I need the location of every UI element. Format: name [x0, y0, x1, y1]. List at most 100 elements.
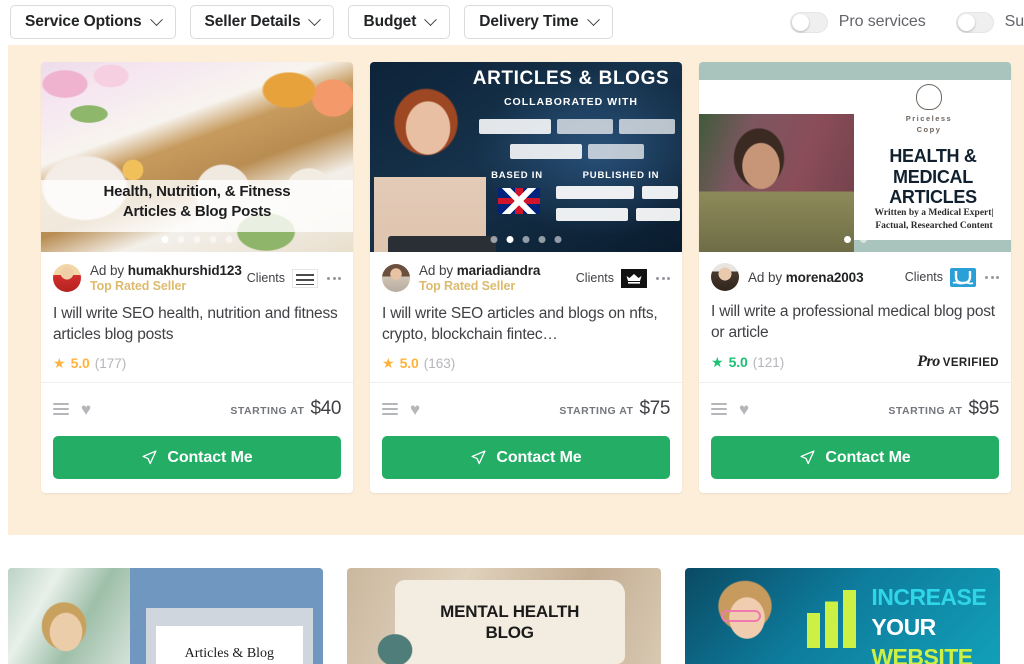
decorative-flowers	[41, 62, 155, 136]
star-icon: ★	[53, 355, 66, 372]
thumbnail-caption-line1: Health, Nutrition, & Fitness	[103, 183, 291, 200]
client-logo-icon	[292, 268, 318, 288]
chevron-down-icon	[586, 12, 600, 26]
add-to-list-icon[interactable]	[53, 403, 69, 416]
carousel-dots[interactable]	[161, 236, 233, 243]
toggle-knob	[957, 13, 975, 31]
carousel-dot[interactable]	[522, 236, 530, 243]
more-options-icon[interactable]	[327, 276, 341, 280]
client-logo-icon	[621, 268, 647, 288]
carousel-dot[interactable]	[490, 236, 498, 243]
gig-title[interactable]: I will write SEO articles and blogs on n…	[370, 300, 682, 355]
contact-me-button[interactable]: Contact Me	[711, 436, 999, 480]
carousel-dot[interactable]	[538, 236, 546, 243]
carousel-dot[interactable]	[209, 236, 217, 243]
verified-label: VERIFIED	[942, 357, 999, 370]
thumbnail-title: ARTICLES & BLOGS	[472, 68, 670, 89]
toggle-label: Pro services	[838, 13, 926, 30]
collaborator-logos	[474, 116, 680, 162]
heart-icon[interactable]: ♥	[739, 401, 749, 418]
thumbnail-description: Written by a Medical Expert| Factual, Re…	[874, 208, 994, 231]
top-rated-seller-badge: Top Rated Seller	[419, 279, 516, 293]
filter-pill-budget[interactable]: Budget	[348, 5, 451, 39]
seller-row: Ad by mariadiandra Top Rated Seller Clie…	[370, 252, 682, 300]
top-rated-seller-badge: Top Rated Seller	[90, 279, 187, 293]
add-to-list-icon[interactable]	[711, 403, 727, 416]
partner-logo-icon	[557, 119, 613, 134]
filter-pill-label: Seller Details	[204, 13, 301, 30]
carousel-dot[interactable]	[177, 236, 185, 243]
gig-title[interactable]: I will write SEO health, nutrition and f…	[41, 300, 353, 355]
client-logo-icon	[950, 267, 976, 287]
gig-title[interactable]: I will write a professional medical blog…	[699, 298, 1011, 353]
contact-me-button[interactable]: Contact Me	[53, 436, 341, 480]
price-amount: $75	[639, 398, 670, 420]
contact-me-label: Contact Me	[825, 448, 911, 466]
thumbnail-caption-line3: WEBSITE	[871, 644, 973, 664]
filter-bar: Service Options Seller Details Budget De…	[0, 0, 1024, 44]
avatar[interactable]	[711, 263, 739, 291]
publisher-logo-icon	[556, 208, 628, 221]
partner-logo-icon	[588, 144, 644, 159]
gig-card-partial[interactable]: MENTAL HEALTH BLOG	[346, 568, 662, 664]
add-to-list-icon[interactable]	[382, 403, 398, 416]
carousel-dot[interactable]	[161, 236, 169, 243]
seller-name[interactable]: morena2003	[786, 270, 864, 285]
gig-card[interactable]: Health, Nutrition, & Fitness Articles & …	[41, 62, 353, 494]
toggle-switch[interactable]	[955, 11, 994, 33]
clients-label: Clients	[246, 271, 285, 285]
rating-value: 5.0	[399, 355, 419, 372]
review-count: (177)	[94, 355, 127, 371]
filter-pill-delivery-time[interactable]: Delivery Time	[464, 5, 613, 39]
thumbnail-caption: Articles & Blog	[184, 646, 275, 661]
gig-thumbnail[interactable]: ARTICLES & BLOGS COLLABORATED WITH BASED…	[370, 62, 682, 252]
laptop-prop	[388, 236, 496, 252]
carousel-dot[interactable]	[860, 236, 867, 243]
rating-row: ★ 5.0 (163)	[370, 355, 682, 382]
seller-name[interactable]: mariadiandra	[457, 263, 541, 278]
more-options-icon[interactable]	[985, 275, 999, 279]
ad-prefix: Ad by	[90, 263, 125, 278]
clients-label: Clients	[904, 270, 943, 284]
rating-row: ★ 5.0 (121) Pro VERIFIED	[699, 353, 1011, 382]
carousel-dot[interactable]	[193, 236, 201, 243]
price-amount: $95	[968, 398, 999, 420]
gig-thumbnail[interactable]: Priceless Copy HEALTH & MEDICAL ARTICLES…	[699, 62, 1011, 252]
card-footer: ♥ STARTING AT $95	[699, 382, 1011, 424]
toggle-pro-services[interactable]: Pro services	[789, 11, 926, 33]
seller-name[interactable]: humakhurshid123	[128, 263, 242, 278]
thumbnail-caption-line2: YOUR	[871, 614, 936, 640]
filter-pill-service-options[interactable]: Service Options	[10, 5, 176, 39]
seller-row: Ad by morena2003 Clients	[699, 252, 1011, 298]
pro-verified-badge: Pro VERIFIED	[917, 353, 999, 371]
carousel-dot[interactable]	[844, 236, 851, 243]
carousel-dot[interactable]	[554, 236, 562, 243]
heart-icon[interactable]: ♥	[410, 401, 420, 418]
publisher-logo-icon	[556, 186, 634, 199]
gig-card[interactable]: Priceless Copy HEALTH & MEDICAL ARTICLES…	[699, 62, 1011, 494]
organic-results-row: Articles & Blog MENTAL HEALTH BLOG INCRE…	[8, 568, 1024, 664]
toggle-switch[interactable]	[789, 11, 828, 33]
carousel-dots[interactable]	[844, 236, 867, 243]
filter-pill-seller-details[interactable]: Seller Details	[189, 5, 335, 39]
avatar[interactable]	[382, 264, 410, 292]
gig-card-partial[interactable]: INCREASE YOUR WEBSITE	[685, 568, 1001, 664]
gig-thumbnail[interactable]: Health, Nutrition, & Fitness Articles & …	[41, 62, 353, 252]
more-options-icon[interactable]	[656, 276, 670, 280]
based-in-label: BASED IN	[491, 170, 543, 181]
avatar[interactable]	[53, 264, 81, 292]
seller-row: Ad by humakhurshid123 Top Rated Seller C…	[41, 252, 353, 300]
paper-plane-icon	[142, 450, 157, 465]
carousel-dot[interactable]	[225, 236, 233, 243]
carousel-dot[interactable]	[506, 236, 514, 243]
gig-card[interactable]: ARTICLES & BLOGS COLLABORATED WITH BASED…	[370, 62, 682, 494]
pro-label: Pro	[917, 353, 940, 371]
carousel-dots[interactable]	[490, 236, 562, 243]
contact-me-button[interactable]: Contact Me	[382, 436, 670, 480]
gig-card-partial[interactable]: Articles & Blog	[8, 568, 323, 664]
thumbnail-caption-line1: INCREASE	[871, 584, 987, 610]
heart-icon[interactable]: ♥	[81, 401, 91, 418]
toggle-secondary[interactable]: Su	[955, 11, 1024, 33]
seller-photo	[374, 82, 486, 252]
review-count: (163)	[423, 355, 456, 371]
